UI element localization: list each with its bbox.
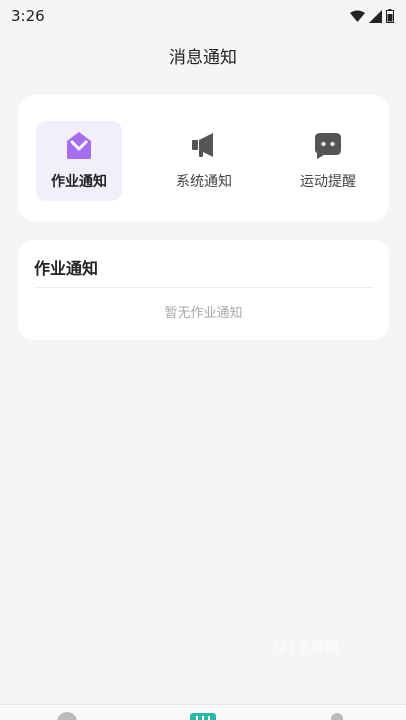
cellular-signal-icon <box>369 9 382 23</box>
homework-envelope-icon <box>63 129 95 161</box>
tab-bar-message-icon[interactable] <box>190 711 216 720</box>
tab-homework-notice[interactable]: 作业通知 <box>36 121 122 201</box>
notification-type-tabs: 作业通知 系统通知 运动提醒 <box>18 95 389 221</box>
status-bar: 3:26 <box>0 0 406 32</box>
page-title: 消息通知 <box>169 47 237 68</box>
list-title: 作业通知 <box>34 259 99 278</box>
megaphone-icon <box>188 129 220 161</box>
battery-icon <box>386 9 394 23</box>
tab-label: 作业通知 <box>51 174 107 190</box>
status-time: 3:26 <box>11 7 45 25</box>
divider <box>34 287 373 288</box>
empty-state-text: 暂无作业通知 <box>164 306 243 321</box>
tab-exercise-reminder[interactable]: 运动提醒 <box>285 121 371 201</box>
watermark: 321手游网 <box>270 640 339 656</box>
tab-bar-clock-icon[interactable] <box>56 711 78 720</box>
tab-label: 系统通知 <box>176 174 232 190</box>
tab-system-notice[interactable]: 系统通知 <box>161 121 247 201</box>
homework-notice-list: 作业通知 暂无作业通知 <box>18 240 389 340</box>
wifi-icon <box>350 10 365 22</box>
tab-bar-profile-icon[interactable] <box>328 711 346 720</box>
bottom-tab-bar <box>0 704 406 720</box>
chat-bubble-icon <box>312 129 344 161</box>
status-icons <box>350 9 394 23</box>
tab-label: 运动提醒 <box>300 174 356 190</box>
